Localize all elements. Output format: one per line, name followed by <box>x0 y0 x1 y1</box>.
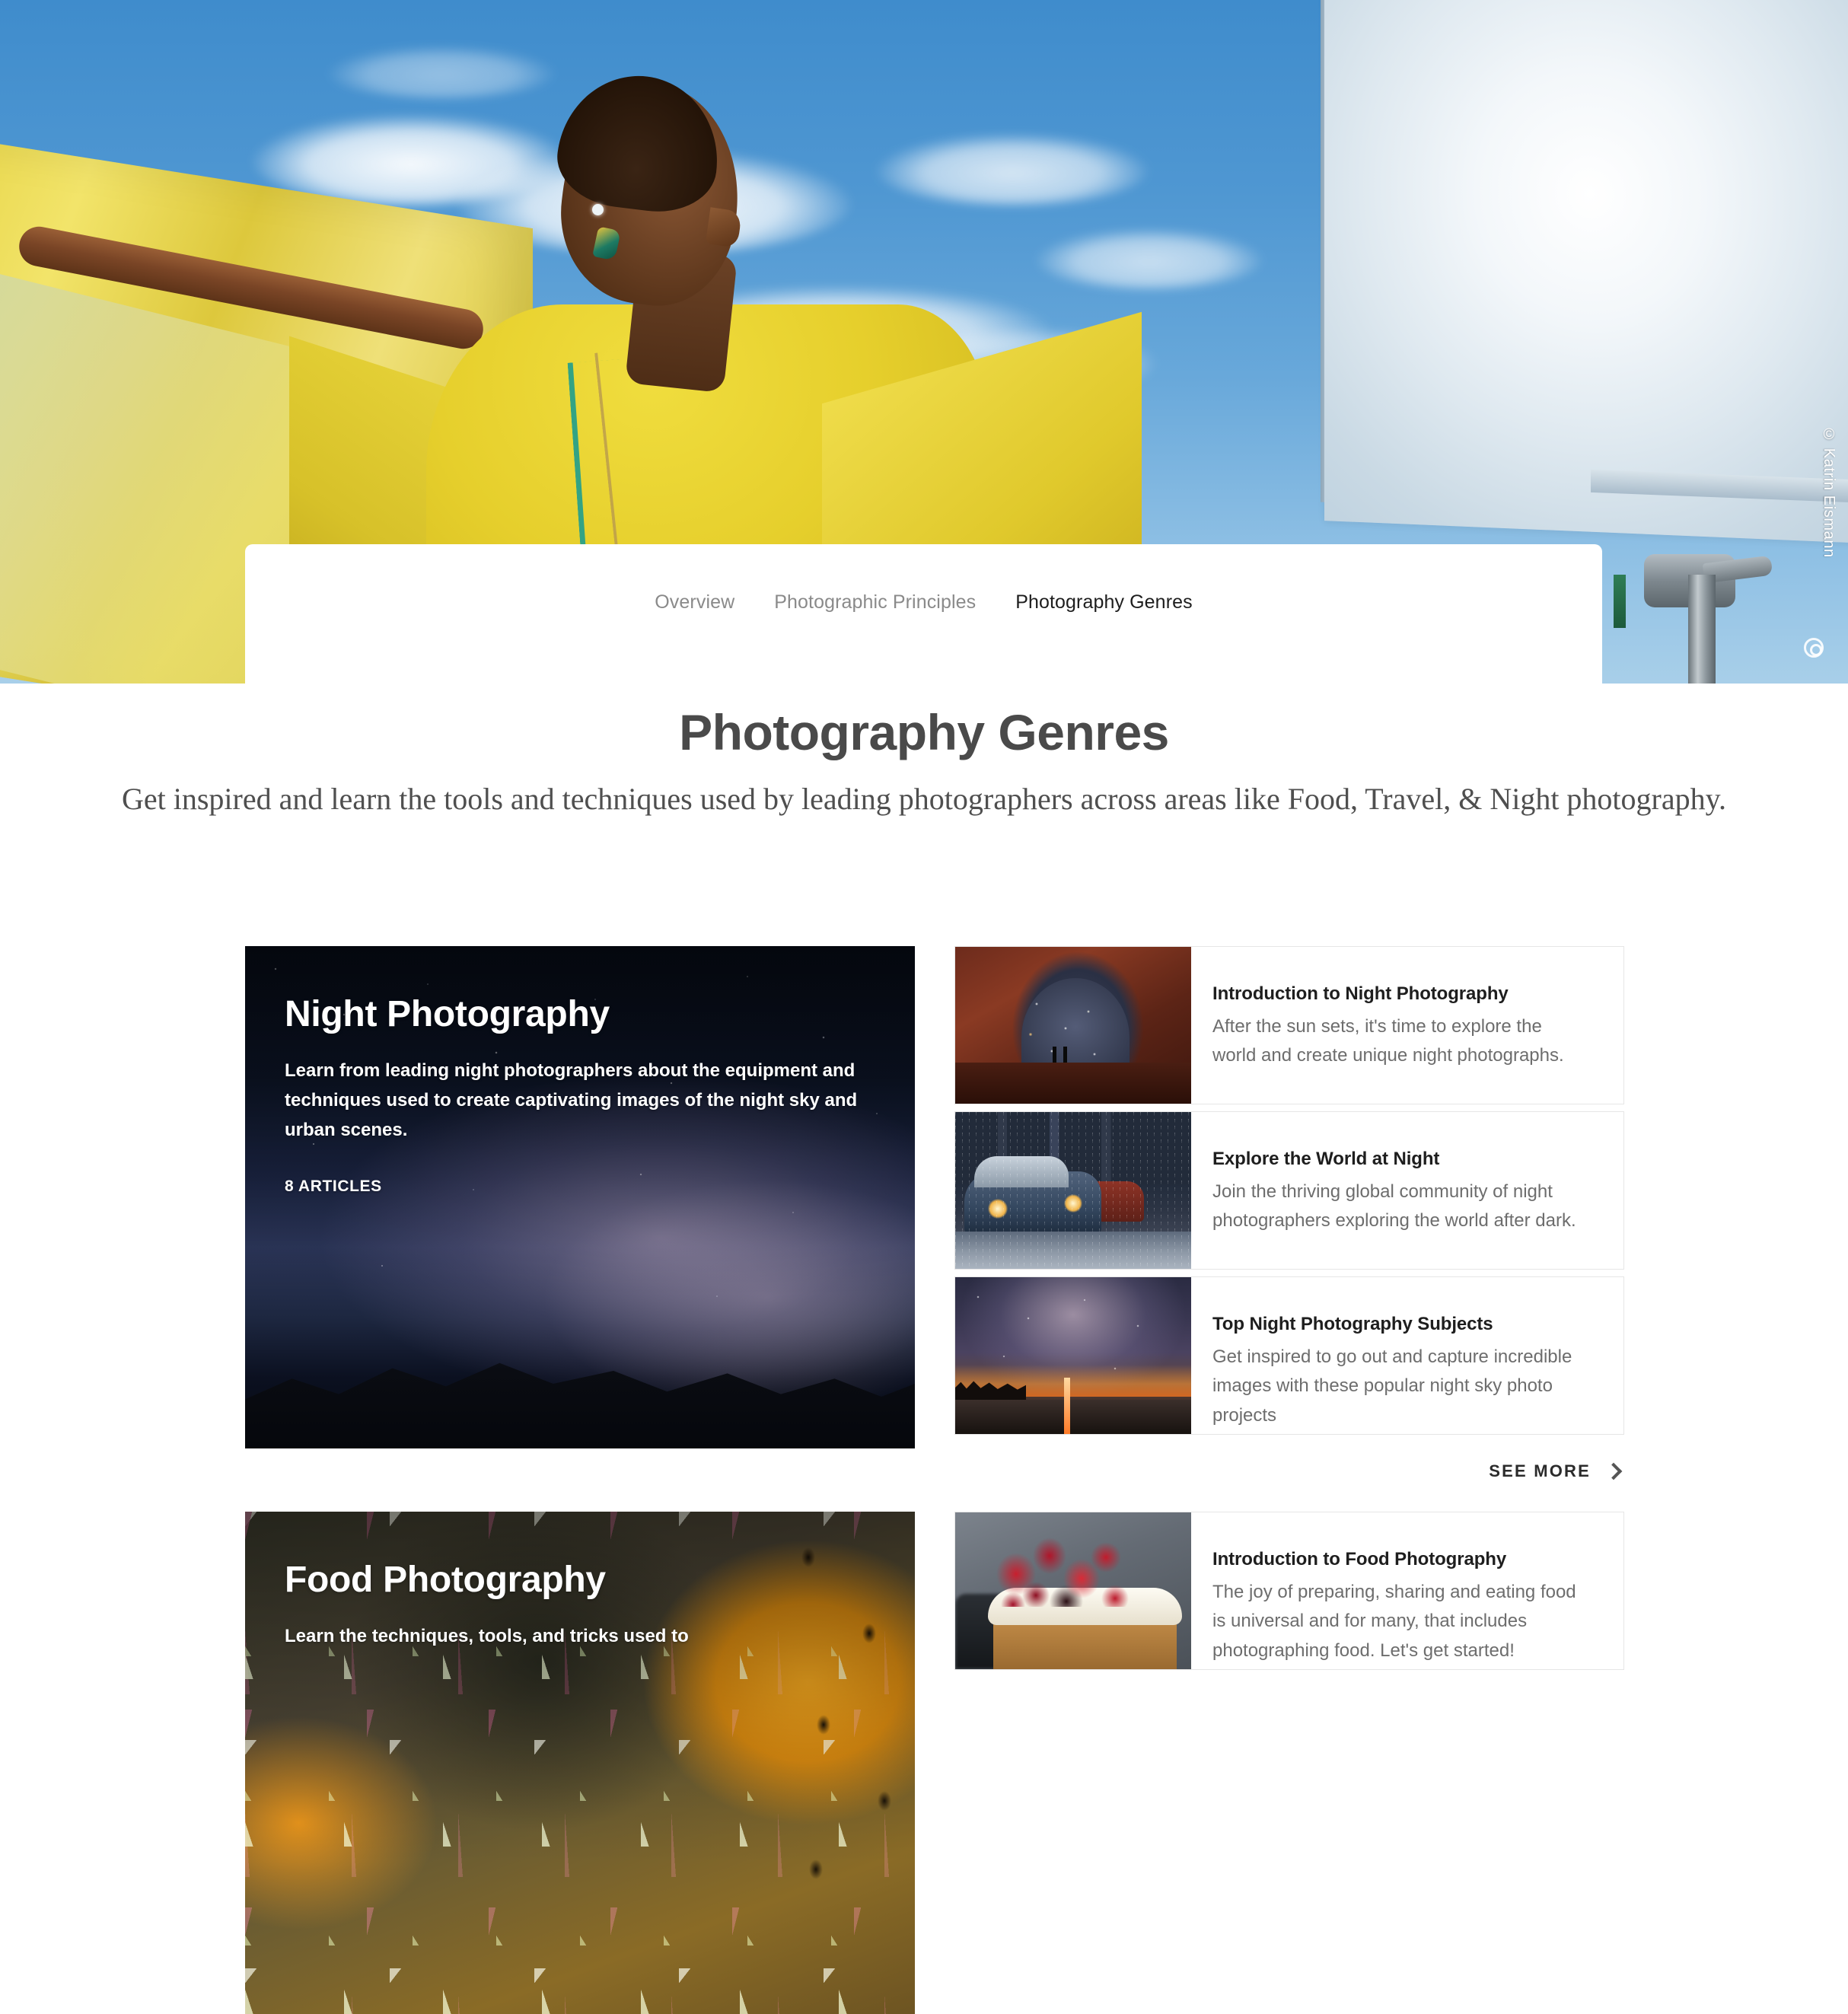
cloud-icon <box>875 133 1149 206</box>
article-text: Top Night Photography Subjects Get inspi… <box>1191 1277 1623 1434</box>
light-reflection <box>1063 1377 1070 1434</box>
see-more-row: SEE MORE <box>954 1442 1624 1481</box>
tab-photographic-principles[interactable]: Photographic Principles <box>771 591 979 613</box>
article-text: Introduction to Night Photography After … <box>1191 947 1623 1104</box>
genre-title: Food Photography <box>285 1560 606 1600</box>
see-more-label: SEE MORE <box>1489 1461 1591 1480</box>
ear-stud-icon <box>592 204 604 215</box>
tab-photography-genres[interactable]: Photography Genres <box>1012 591 1196 613</box>
milky-way-lake-thumbnail <box>955 1277 1191 1434</box>
genre-description: Learn the techniques, tools, and tricks … <box>285 1626 689 1646</box>
cloud-icon <box>1035 228 1263 289</box>
article-description: Join the thriving global community of ni… <box>1212 1181 1576 1232</box>
tab-list: Overview Photographic Principles Photogr… <box>245 544 1602 613</box>
article-title: Top Night Photography Subjects <box>1212 1314 1493 1334</box>
berries-topping <box>993 1525 1187 1607</box>
article-card[interactable]: Introduction to Night Photography After … <box>954 946 1624 1104</box>
article-thumbnail <box>955 947 1191 1104</box>
chevron-right-icon <box>1604 1462 1623 1480</box>
article-description: After the sun sets, it's time to explore… <box>1212 1016 1564 1066</box>
genre-card-content: Food Photography Learn the techniques, t… <box>245 1512 915 1652</box>
see-more-button[interactable]: SEE MORE <box>1489 1461 1623 1481</box>
studio-scrim <box>1324 0 1848 545</box>
article-card[interactable]: Explore the World at Night Join the thri… <box>954 1111 1624 1270</box>
rock-ground <box>955 1063 1191 1104</box>
genre-title: Night Photography <box>285 994 610 1034</box>
genre-row-food: Food Photography Learn the techniques, t… <box>0 1512 1848 2014</box>
article-title: Explore the World at Night <box>1212 1149 1440 1169</box>
background-foliage <box>1614 575 1626 628</box>
light-stand-pole <box>1688 575 1716 684</box>
article-text: Explore the World at Night Join the thri… <box>1191 1112 1623 1269</box>
article-title: Introduction to Night Photography <box>1212 983 1509 1004</box>
genre-sections: Night Photography Learn from leading nig… <box>0 946 1848 2014</box>
article-card[interactable]: Top Night Photography Subjects Get inspi… <box>954 1276 1624 1435</box>
photo-credit: © Katrin Eismann <box>1821 426 1837 558</box>
page-title: Photography Genres <box>679 704 1169 760</box>
page-subtitle: Get inspired and learn the tools and tec… <box>121 782 1727 816</box>
page-header: Photography Genres Get inspired and lear… <box>0 684 1848 820</box>
cloud-icon <box>327 46 556 99</box>
rain-overlay <box>955 1112 1191 1269</box>
article-description: Get inspired to go out and capture incre… <box>1212 1346 1572 1426</box>
article-thumbnail <box>955 1512 1191 1669</box>
vintage-cars-rain-thumbnail <box>955 1112 1191 1269</box>
berry-cake-thumbnail <box>955 1512 1191 1669</box>
article-description: The joy of preparing, sharing and eating… <box>1212 1582 1576 1661</box>
genre-card-content: Night Photography Learn from leading nig… <box>245 946 915 1196</box>
article-list-night: Introduction to Night Photography After … <box>954 946 1624 1481</box>
article-text: Introduction to Food Photography The joy… <box>1191 1512 1623 1669</box>
stars-icon <box>1021 981 1130 1072</box>
genre-card-food-photography[interactable]: Food Photography Learn the techniques, t… <box>245 1512 915 2014</box>
genre-row-night: Night Photography Learn from leading nig… <box>0 946 1848 1481</box>
article-thumbnail <box>955 1277 1191 1434</box>
tab-bar-panel: Overview Photographic Principles Photogr… <box>245 544 1602 684</box>
lake-water <box>955 1399 1191 1434</box>
article-title: Introduction to Food Photography <box>1212 1549 1507 1569</box>
genre-card-night-photography[interactable]: Night Photography Learn from leading nig… <box>245 946 915 1448</box>
tab-overview[interactable]: Overview <box>652 591 738 613</box>
article-card[interactable]: Introduction to Food Photography The joy… <box>954 1512 1624 1670</box>
genre-description: Learn from leading night photographers a… <box>285 1060 858 1140</box>
arch-night-sky-thumbnail <box>955 947 1191 1104</box>
genre-article-count: 8 ARTICLES <box>285 1177 382 1195</box>
copyright-ring-icon <box>1804 638 1824 658</box>
article-thumbnail <box>955 1112 1191 1269</box>
article-list-food: Introduction to Food Photography The joy… <box>954 1512 1624 2014</box>
